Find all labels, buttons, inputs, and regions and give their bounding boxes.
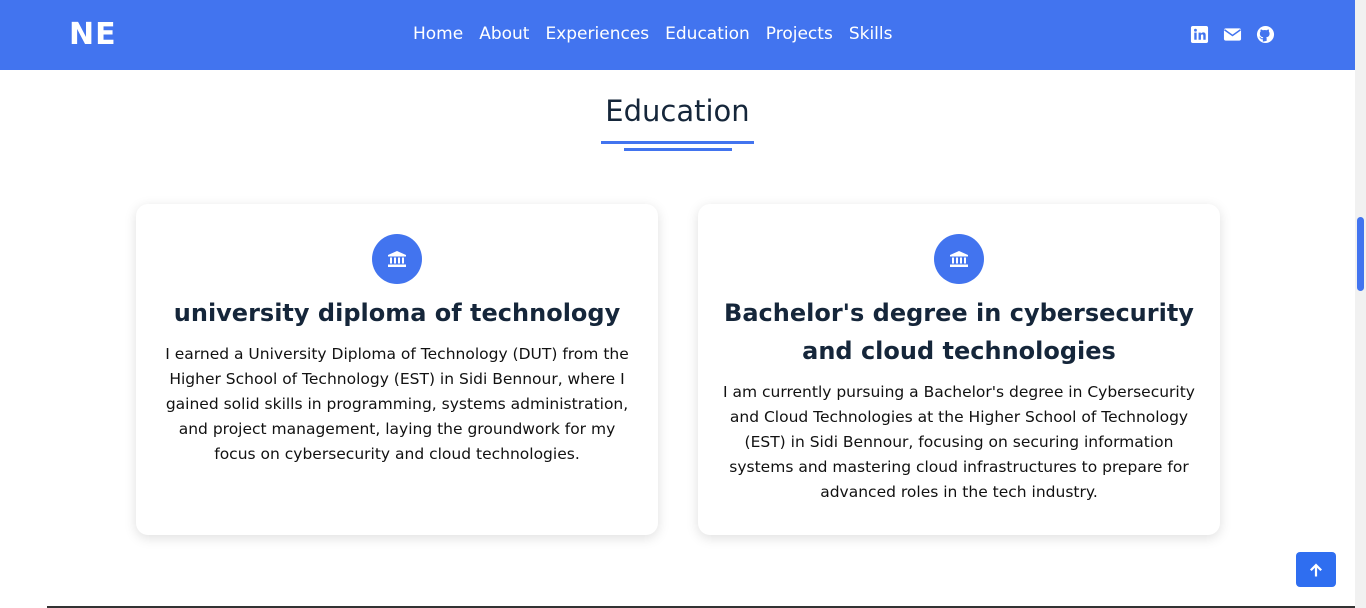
- github-icon[interactable]: [1256, 25, 1275, 44]
- university-icon: [372, 234, 422, 284]
- university-icon: [934, 234, 984, 284]
- title-underline-secondary: [624, 148, 732, 151]
- card-description: I earned a University Diploma of Technol…: [165, 345, 629, 463]
- nav-link-education[interactable]: Education: [665, 24, 750, 44]
- card-title: university diploma of technology: [173, 299, 621, 327]
- title-underline: [601, 141, 754, 144]
- nav-link-projects[interactable]: Projects: [766, 24, 833, 44]
- nav-link-skills[interactable]: Skills: [849, 24, 893, 44]
- card-title: Bachelor's degree in cybersecurity and c…: [724, 299, 1194, 365]
- linkedin-icon[interactable]: [1190, 25, 1209, 44]
- education-card: Bachelor's degree in cybersecurity and c…: [698, 204, 1220, 535]
- card-description: I am currently pursuing a Bachelor's deg…: [723, 383, 1195, 501]
- site-logo[interactable]: NE: [69, 17, 117, 52]
- section-title: Education: [605, 94, 750, 128]
- navbar: NE Home About Experiences Education Proj…: [0, 0, 1355, 70]
- social-links: [1190, 25, 1275, 44]
- nav-links: Home About Experiences Education Project…: [413, 24, 892, 44]
- nav-link-about[interactable]: About: [479, 24, 529, 44]
- scrollbar[interactable]: [1355, 0, 1366, 608]
- nav-link-experiences[interactable]: Experiences: [545, 24, 649, 44]
- nav-link-home[interactable]: Home: [413, 24, 463, 44]
- back-to-top-button[interactable]: [1296, 552, 1336, 587]
- scrollbar-thumb[interactable]: [1357, 217, 1364, 291]
- envelope-icon[interactable]: [1223, 25, 1242, 44]
- education-card: university diploma of technology I earne…: [136, 204, 658, 535]
- arrow-up-icon: [1310, 563, 1322, 576]
